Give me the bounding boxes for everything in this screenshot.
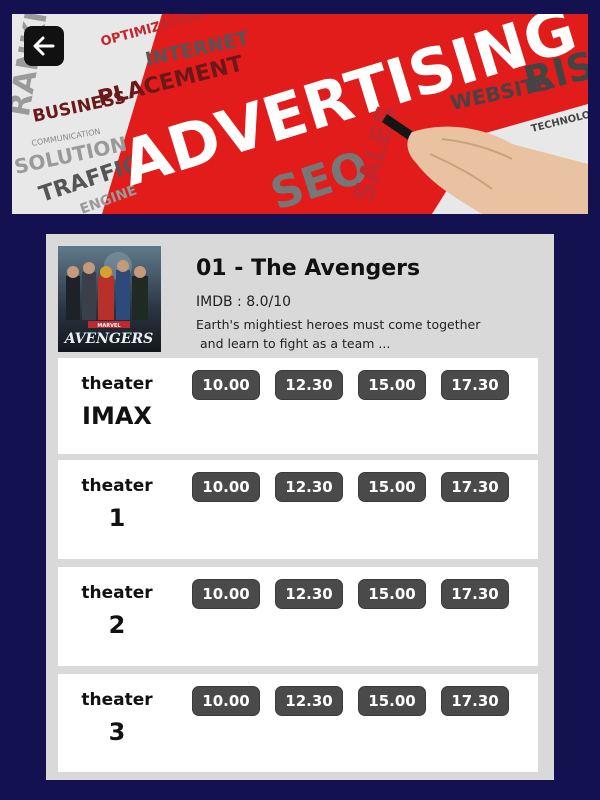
arrow-left-icon: [33, 36, 55, 56]
showtime-button[interactable]: 17.30: [441, 686, 509, 716]
theater-label: theater IMAX: [58, 372, 176, 436]
showtimes: 10.00 12.30 15.00 17.30: [192, 472, 509, 502]
theater-name: 3: [108, 718, 126, 746]
showtime-button[interactable]: 15.00: [358, 579, 426, 609]
imdb-rating: IMDB : 8.0/10: [196, 294, 292, 310]
showtime-button[interactable]: 10.00: [192, 686, 260, 716]
advertising-banner: RANKING OPTIMIZATION INTERNET PLACEMENT …: [12, 14, 588, 214]
theater-label: theater 3: [58, 688, 176, 752]
theater-word: theater: [81, 476, 153, 496]
showtime-button[interactable]: 12.30: [275, 472, 343, 502]
showtime-button[interactable]: 15.00: [358, 686, 426, 716]
showtime-button[interactable]: 12.30: [275, 370, 343, 400]
movie-title: 01 - The Avengers: [196, 256, 421, 281]
theater-word: theater: [81, 374, 153, 394]
showtime-button[interactable]: 10.00: [192, 472, 260, 502]
theater-name: IMAX: [82, 402, 152, 430]
banner-image: RANKING OPTIMIZATION INTERNET PLACEMENT …: [12, 14, 588, 214]
showtime-button[interactable]: 10.00: [192, 370, 260, 400]
theater-label: theater 1: [58, 474, 176, 538]
showtime-button[interactable]: 17.30: [441, 370, 509, 400]
showtime-button[interactable]: 15.00: [358, 370, 426, 400]
showtime-button[interactable]: 12.30: [275, 579, 343, 609]
theater-row-imax: theater IMAX 10.00 12.30 15.00 17.30: [58, 358, 538, 454]
movie-synopsis: Earth's mightiest heroes must come toget…: [196, 315, 526, 353]
theater-word: theater: [81, 690, 153, 710]
theater-row-1: theater 1 10.00 12.30 15.00 17.30: [58, 460, 538, 559]
movie-card: MARVEL AVENGERS 01 - The Avengers IMDB :…: [46, 234, 554, 780]
showtime-button[interactable]: 17.30: [441, 579, 509, 609]
theater-label: theater 2: [58, 581, 176, 645]
showtime-button[interactable]: 10.00: [192, 579, 260, 609]
theater-name: 1: [108, 504, 126, 532]
back-button[interactable]: [24, 26, 64, 66]
theater-name: 2: [108, 611, 126, 639]
showtimes: 10.00 12.30 15.00 17.30: [192, 370, 509, 400]
synopsis-line: Earth's mightiest heroes must come toget…: [196, 317, 481, 332]
movie-poster[interactable]: MARVEL AVENGERS: [58, 246, 161, 352]
movie-header: MARVEL AVENGERS 01 - The Avengers IMDB :…: [46, 234, 554, 356]
showtime-button[interactable]: 17.30: [441, 472, 509, 502]
poster-brand: MARVEL: [97, 323, 121, 329]
showtimes: 10.00 12.30 15.00 17.30: [192, 686, 509, 716]
theater-word: theater: [81, 583, 153, 603]
showtimes: 10.00 12.30 15.00 17.30: [192, 579, 509, 609]
showtime-button[interactable]: 12.30: [275, 686, 343, 716]
synopsis-line: and learn to fight as a team ...: [200, 336, 391, 351]
showtime-button[interactable]: 15.00: [358, 472, 426, 502]
theater-row-2: theater 2 10.00 12.30 15.00 17.30: [58, 567, 538, 666]
theater-row-3: theater 3 10.00 12.30 15.00 17.30: [58, 674, 538, 772]
poster-title: AVENGERS: [63, 331, 154, 347]
